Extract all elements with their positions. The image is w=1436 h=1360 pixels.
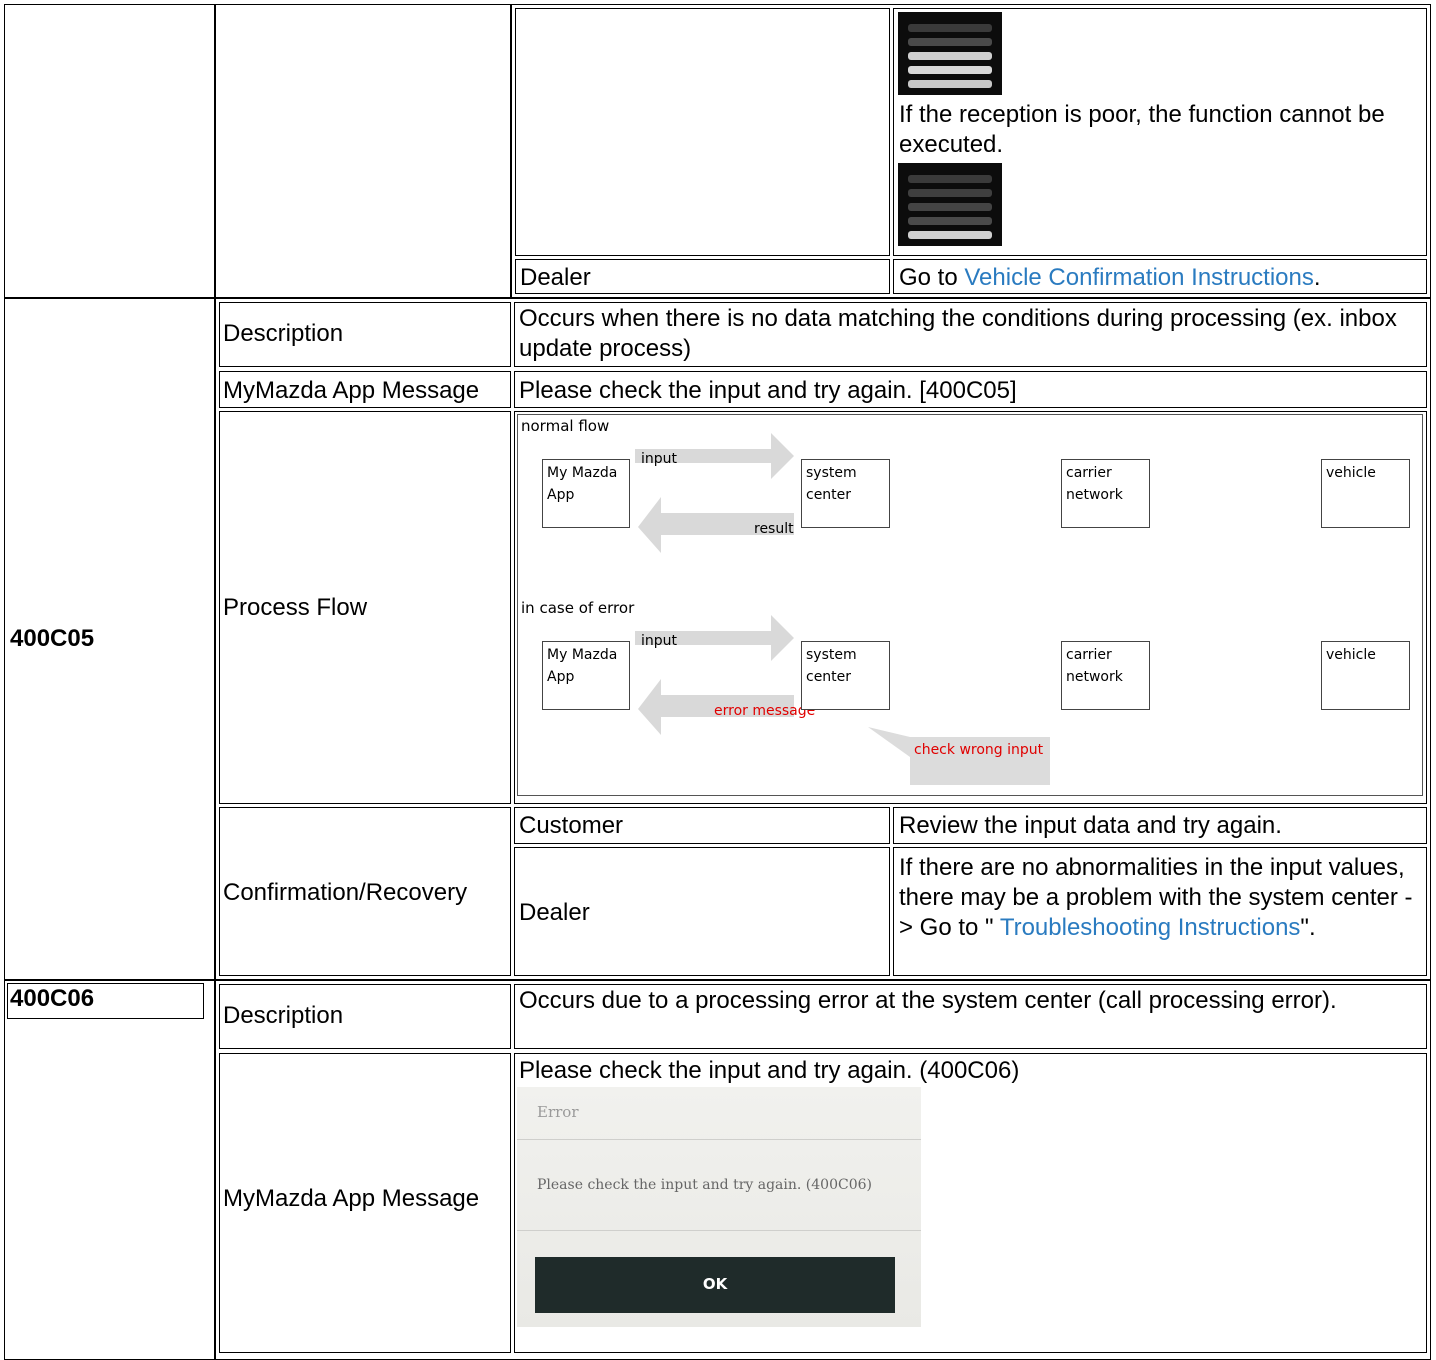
dealer-label-400C05: Dealer <box>519 899 590 926</box>
dialog-ok-button[interactable]: OK <box>535 1257 895 1313</box>
normal-node-vehicle-label: vehicle <box>1326 465 1376 481</box>
top-row-label-cell <box>215 4 511 298</box>
process-flow-diagram: normal flow input result My Mazda App sy… <box>517 414 1423 796</box>
vehicle-confirmation-link[interactable]: Vehicle Confirmation Instructions <box>964 264 1314 291</box>
dialog-ok-label: OK <box>702 1275 728 1293</box>
normal-result-label: result <box>754 521 794 537</box>
signal-image-2 <box>898 163 1002 246</box>
normal-node-app-line2: App <box>547 487 575 503</box>
code-400C06: 400C06 <box>10 985 95 1012</box>
customer-text: Review the input data and try again. <box>899 812 1282 839</box>
error-node-center-line2: center <box>806 669 852 685</box>
error-node-vehicle: vehicle <box>1321 641 1410 710</box>
error-flow-title: in case of error <box>521 599 635 617</box>
error-input-label: input <box>641 633 678 649</box>
description-label-400C06: Description <box>223 1002 344 1029</box>
description-label-400C05: Description <box>223 320 344 347</box>
error-node-app-line1: My Mazda <box>547 647 618 663</box>
callout-pointer <box>868 727 910 757</box>
code-400C05: 400C05 <box>10 625 95 652</box>
dialog-title: Error <box>537 1103 579 1121</box>
error-node-vehicle-label: vehicle <box>1326 647 1376 663</box>
normal-input-label: input <box>641 451 678 467</box>
description-text-400C05: Occurs when there is no data matching th… <box>519 305 1397 362</box>
app-message-label-400C05: MyMazda App Message <box>223 377 480 404</box>
normal-node-carrier: carrier network <box>1061 459 1150 528</box>
dealer-text-400C05: If there are no abnormalities in the inp… <box>899 853 1419 943</box>
error-node-center-line1: system <box>806 647 857 663</box>
description-text-400C06: Occurs due to a processing error at the … <box>519 987 1337 1014</box>
app-message-text-400C05: Please check the input and try again. [4… <box>519 377 1017 404</box>
app-message-label-400C06: MyMazda App Message <box>223 1185 480 1212</box>
process-flow-label: Process Flow <box>223 594 368 621</box>
error-node-app: My Mazda App <box>542 641 630 710</box>
top-row-code-cell <box>4 4 215 298</box>
confirmation-label: Confirmation/Recovery <box>223 879 468 906</box>
error-node-carrier-line1: carrier <box>1066 647 1112 663</box>
dialog-divider-top <box>517 1139 921 1140</box>
error-node-center: system center <box>801 641 890 710</box>
reception-text: If the reception is poor, the function c… <box>899 101 1385 158</box>
customer-label: Customer <box>519 812 624 839</box>
normal-node-carrier-line1: carrier <box>1066 465 1112 481</box>
normal-node-vehicle: vehicle <box>1321 459 1410 528</box>
dialog-divider-bottom <box>517 1230 921 1231</box>
app-message-text-400C06: Please check the input and try again. (4… <box>519 1057 1020 1084</box>
error-node-app-line2: App <box>547 669 575 685</box>
top-dealer-label: Dealer <box>520 264 591 291</box>
dialog-message: Please check the input and try again. (4… <box>537 1177 872 1193</box>
error-node-carrier: carrier network <box>1061 641 1150 710</box>
dealer-text-suffix-400C05: ". <box>1300 914 1316 941</box>
signal-image-1 <box>898 12 1002 95</box>
error-dialog-image: Error Please check the input and try aga… <box>517 1087 921 1327</box>
error-node-carrier-line2: network <box>1066 669 1123 685</box>
normal-node-carrier-line2: network <box>1066 487 1123 503</box>
top-empty-cell <box>515 8 890 256</box>
top-dealer-text: Go to Vehicle Confirmation Instructions. <box>899 263 1321 293</box>
normal-node-app: My Mazda App <box>542 459 630 528</box>
normal-node-center: system center <box>801 459 890 528</box>
top-dealer-suffix: . <box>1313 264 1321 291</box>
top-dealer-prefix: Go to <box>899 264 965 291</box>
normal-node-app-line1: My Mazda <box>547 465 618 481</box>
callout-text: check wrong input <box>914 742 1044 758</box>
troubleshooting-link[interactable]: Troubleshooting Instructions <box>1000 914 1301 941</box>
code-400C06-left-border <box>4 980 215 1360</box>
normal-node-center-line1: system <box>806 465 857 481</box>
normal-node-center-line2: center <box>806 487 852 503</box>
